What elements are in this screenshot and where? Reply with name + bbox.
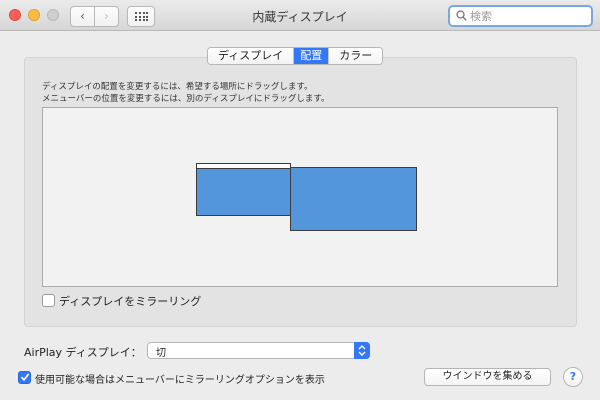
search-field[interactable] [448, 5, 593, 27]
airplay-display-label: AirPlay ディスプレイ： [24, 346, 142, 359]
airplay-selected-value: 切 [156, 348, 166, 359]
instruction-text-arrange: ディスプレイの配置を変更するには、希望する場所にドラッグします。 [42, 82, 313, 92]
select-arrows-icon [354, 342, 370, 359]
mirror-displays-checkbox[interactable] [42, 294, 55, 307]
gather-windows-button[interactable]: ウインドウを集める [424, 368, 551, 386]
instruction-text-menubar: メニューバーの位置を変更するには、別のディスプレイにドラッグします。 [42, 94, 330, 104]
search-icon [456, 10, 467, 21]
airplay-display-select[interactable]: 切 [147, 342, 370, 359]
mirror-displays-label: ディスプレイをミラーリング [59, 295, 202, 308]
checkmark-icon [20, 373, 30, 382]
show-mirroring-in-menubar-label: 使用可能な場合はメニューバーにミラーリングオプションを表示 [35, 375, 325, 386]
help-button[interactable]: ? [563, 367, 583, 387]
display-thumbnail-builtin[interactable] [196, 163, 291, 216]
tab-display[interactable]: ディスプレイ [208, 48, 295, 64]
show-mirroring-in-menubar-checkbox[interactable] [18, 371, 31, 384]
tab-arrangement[interactable]: 配置 [294, 48, 330, 64]
menu-bar-handle[interactable] [196, 163, 291, 169]
tab-bar: ディスプレイ 配置 カラー [207, 47, 384, 65]
search-input[interactable] [470, 8, 588, 24]
tab-color[interactable]: カラー [329, 48, 383, 64]
title-bar: ‹ › 内蔵ディスプレイ [0, 0, 600, 31]
display-thumbnail-external[interactable] [290, 167, 417, 231]
